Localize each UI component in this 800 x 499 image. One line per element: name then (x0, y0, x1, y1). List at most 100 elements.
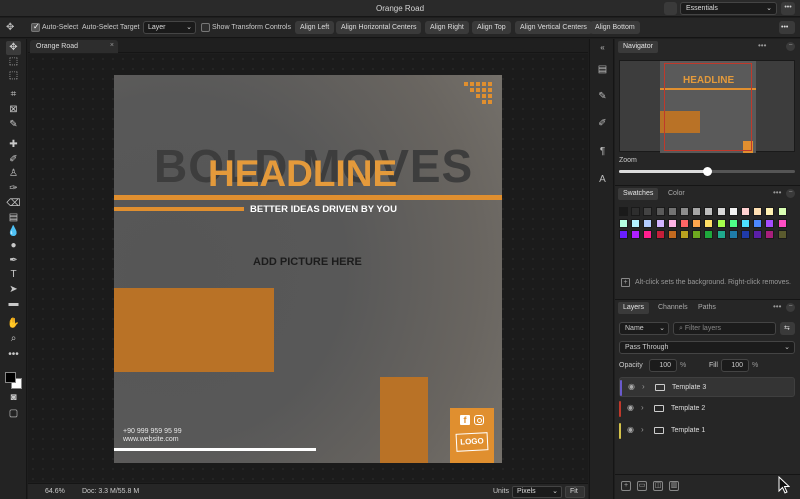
eye-icon[interactable]: ◉ (628, 382, 635, 391)
collapse-panel-icon[interactable]: − (786, 42, 795, 51)
opacity-input[interactable]: 100 (649, 359, 677, 372)
foreground-color-swatch[interactable] (5, 372, 16, 383)
object-select-tool-icon[interactable]: ⬚ (6, 69, 21, 83)
eraser-tool-icon[interactable]: ⌫ (6, 197, 21, 211)
units-select[interactable]: Pixels ⌄ (512, 486, 562, 498)
color-swatch[interactable] (680, 218, 689, 228)
layer-row[interactable]: ◉ › Template 3 (619, 377, 795, 397)
fit-button[interactable]: Fit (565, 486, 585, 498)
chevron-right-icon[interactable]: › (641, 403, 644, 412)
color-swatch[interactable] (777, 207, 787, 216)
color-swatch[interactable] (619, 207, 628, 216)
eyedropper-tool-icon[interactable]: ✎ (6, 118, 21, 132)
color-swatch[interactable] (741, 230, 750, 239)
spot-heal-tool-icon[interactable]: ✚ (6, 138, 21, 152)
panel-menu-icon[interactable]: ••• (773, 188, 781, 197)
color-swatch[interactable] (680, 230, 689, 239)
color-swatch[interactable] (692, 230, 702, 239)
tab-navigator[interactable]: Navigator (618, 41, 658, 53)
workspace-icon-button[interactable] (664, 2, 677, 15)
layer-row[interactable]: ◉ › Template 2 (619, 399, 795, 419)
type-tool-icon[interactable]: T (6, 268, 21, 282)
shape-tool-icon[interactable]: ▬ (6, 297, 21, 311)
marquee-tool-icon[interactable]: ⬚ (6, 55, 21, 69)
color-swatch[interactable] (704, 218, 714, 228)
quick-mask-icon[interactable]: ◙ (6, 391, 21, 405)
more-icon[interactable]: ••• (781, 2, 795, 15)
character-icon[interactable]: A (595, 173, 610, 187)
color-swatch[interactable] (765, 218, 775, 228)
tab-swatches[interactable]: Swatches (618, 188, 659, 200)
color-swatch[interactable] (716, 207, 726, 216)
align-horizontal-centers-button[interactable]: Align Horizontal Centers (336, 21, 422, 34)
pen-tool-icon[interactable]: ✒ (6, 254, 21, 268)
history-brush-tool-icon[interactable]: ✑ (6, 182, 21, 196)
screen-mode-icon[interactable]: ▢ (6, 407, 21, 421)
collapse-panel-icon[interactable]: − (786, 303, 795, 312)
color-swatch[interactable] (680, 207, 689, 216)
color-swatch[interactable] (631, 207, 641, 216)
auto-select-checkbox[interactable] (31, 22, 40, 32)
more-tools-icon[interactable]: ••• (6, 348, 21, 362)
artboard[interactable]: BOLD MOVES HEADLINE BETTER IDEAS DRIVEN … (114, 75, 502, 463)
filter-toggle-icon[interactable]: ⇆ (780, 322, 795, 335)
color-swatch[interactable] (716, 230, 726, 239)
color-swatch[interactable] (716, 218, 726, 228)
align-right-button[interactable]: Align Right (425, 21, 469, 34)
color-swatch[interactable] (643, 230, 653, 239)
color-swatch[interactable] (765, 230, 775, 239)
document-tab[interactable]: Orange Road × (30, 40, 118, 53)
color-swatch[interactable] (631, 230, 641, 239)
hand-tool-icon[interactable]: ✋ (6, 317, 21, 331)
color-swatch[interactable] (643, 218, 653, 228)
crop-tool-icon[interactable]: ⌗ (6, 88, 21, 102)
color-swatch[interactable] (667, 230, 677, 239)
color-swatch[interactable] (741, 218, 750, 228)
color-swatch[interactable] (704, 207, 714, 216)
color-swatch[interactable] (753, 207, 763, 216)
brush-settings-icon[interactable]: ✐ (595, 117, 610, 131)
navigator-thumbnail[interactable]: HEADLINE (619, 60, 795, 153)
color-swatch[interactable] (655, 218, 665, 228)
color-swatch[interactable] (619, 230, 628, 239)
color-swatch[interactable] (655, 230, 665, 239)
more-icon[interactable]: ••• (779, 21, 795, 34)
color-swatch[interactable] (704, 230, 714, 239)
eye-icon[interactable]: ◉ (627, 425, 634, 434)
align-left-button[interactable]: Align Left (295, 21, 335, 34)
filter-layers-input[interactable]: ⌕ Filter layers (673, 322, 776, 335)
layer-filter-mode-select[interactable]: Name ⌄ (619, 322, 669, 335)
color-swatch[interactable] (728, 218, 738, 228)
zoom-tool-icon[interactable]: ⌕ (6, 332, 21, 346)
color-swatch[interactable] (765, 207, 775, 216)
tab-layers[interactable]: Layers (618, 302, 650, 314)
blend-mode-select[interactable]: Pass Through ⌄ (619, 341, 795, 354)
navigator-view-box[interactable] (664, 63, 752, 151)
color-swatch[interactable] (777, 218, 787, 228)
blur-tool-icon[interactable]: 💧 (6, 225, 21, 239)
path-select-tool-icon[interactable]: ➤ (6, 283, 21, 297)
zoom-slider-knob[interactable] (703, 167, 712, 176)
color-swatch[interactable] (667, 207, 677, 216)
panel-menu-icon[interactable]: ••• (773, 302, 781, 311)
color-swatch[interactable] (692, 218, 702, 228)
chevron-right-icon[interactable]: › (641, 425, 644, 434)
zoom-level[interactable]: 64.6% (45, 488, 65, 495)
properties-icon[interactable]: ▤ (595, 63, 610, 77)
brush-tool-icon[interactable]: ✐ (6, 153, 21, 167)
tab-channels[interactable]: Channels (653, 302, 693, 314)
color-swatch[interactable] (667, 218, 677, 228)
color-swatch[interactable] (777, 230, 787, 239)
align-top-button[interactable]: Align Top (472, 21, 511, 34)
eye-icon[interactable]: ◉ (627, 403, 634, 412)
new-layer-icon[interactable]: + (621, 481, 631, 491)
color-swatch[interactable] (741, 207, 750, 216)
move-tool-icon[interactable]: ✥ (6, 41, 21, 55)
align-bottom-button[interactable]: Align Bottom (590, 21, 640, 34)
new-group-icon[interactable]: ▭ (637, 481, 647, 491)
gradient-tool-icon[interactable]: ▤ (6, 211, 21, 225)
collapse-panel-icon[interactable]: − (786, 189, 795, 198)
trash-icon[interactable]: ▥ (669, 481, 679, 491)
panel-menu-icon[interactable]: ••• (758, 41, 766, 50)
mask-icon[interactable]: ◫ (653, 481, 663, 491)
